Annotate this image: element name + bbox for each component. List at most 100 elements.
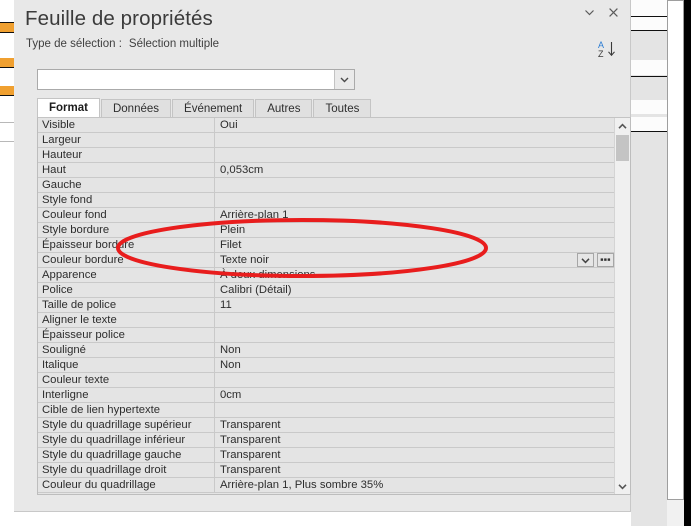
tab-donn-es[interactable]: Données (100, 99, 172, 118)
property-value[interactable]: 11 (215, 298, 616, 312)
property-name: Style fond (38, 193, 215, 207)
caret-down-icon[interactable] (615, 478, 630, 494)
property-value-text: 0cm (220, 389, 242, 401)
property-row[interactable]: Style du quadrillage inférieur Transparen… (38, 433, 616, 448)
property-name: Taille de police (38, 298, 215, 312)
pane-footer (14, 496, 630, 511)
property-value[interactable]: Transparent (215, 433, 616, 447)
property-name: Largeur (38, 133, 215, 147)
property-value-text: 11 (220, 299, 232, 311)
builder-ellipsis-icon[interactable]: ■■■ (597, 253, 614, 267)
property-row[interactable]: Police Calibri (Détail) (38, 283, 616, 298)
property-value[interactable]: Filet (215, 238, 616, 252)
property-value[interactable]: À deux dimensions (215, 268, 616, 282)
report-right-gutter (667, 0, 684, 500)
report-right-surface (631, 0, 667, 526)
property-row[interactable]: Taille de police 11 (38, 298, 616, 313)
property-row[interactable]: Style fond (38, 193, 616, 208)
property-value[interactable]: Texte noir ■■■ (215, 253, 616, 267)
object-selector-input[interactable] (38, 70, 334, 89)
property-row[interactable]: Aligner le texte (38, 313, 616, 328)
property-tabs: Format Données Événement Autres Toutes (37, 98, 372, 118)
property-row[interactable]: Style du quadrillage supérieur Transparen… (38, 418, 616, 433)
property-value[interactable] (215, 313, 616, 327)
grid-scrollbar[interactable] (614, 118, 630, 494)
property-value[interactable] (215, 148, 616, 162)
close-icon[interactable] (605, 4, 622, 21)
chevron-down-icon[interactable] (581, 4, 598, 21)
property-value-text: À deux dimensions (220, 269, 316, 281)
right-band-rule (631, 30, 667, 31)
sort-az-icon[interactable]: A Z (595, 38, 621, 60)
scrollbar-thumb[interactable] (616, 135, 629, 161)
property-name: Style du quadrillage inférieur (38, 433, 215, 447)
property-value[interactable] (215, 178, 616, 192)
property-name: Style du quadrillage supérieur (38, 418, 215, 432)
property-name: Style du quadrillage droit (38, 463, 215, 477)
property-row[interactable]: Épaisseur police (38, 328, 616, 343)
property-value-text: Filet (220, 239, 242, 251)
property-row[interactable]: Souligné Non (38, 343, 616, 358)
right-band-rule (631, 131, 667, 132)
property-name: Italique (38, 358, 215, 372)
property-row[interactable]: Visible Oui (38, 118, 616, 133)
property-value-text: Non (220, 359, 241, 371)
object-selector-combobox[interactable] (37, 69, 355, 90)
property-row[interactable]: Apparence À deux dimensions (38, 268, 616, 283)
property-sheet-pane: Feuille de propriétés Type de sélection … (14, 0, 631, 512)
property-value[interactable] (215, 328, 616, 342)
property-value[interactable]: Arrière-plan 1, Plus sombre 35% (215, 478, 616, 492)
property-row[interactable]: Hauteur (38, 148, 616, 163)
property-value[interactable]: Non (215, 358, 616, 372)
property-value-text: Texte noir (220, 254, 269, 266)
property-value[interactable]: Oui (215, 118, 616, 132)
property-value[interactable]: 0,053cm (215, 163, 616, 177)
property-row[interactable]: Couleur du quadrillage Arrière-plan 1, Pl… (38, 478, 616, 493)
tab-toutes[interactable]: Toutes (313, 99, 372, 118)
caret-up-icon[interactable] (615, 118, 630, 134)
property-value[interactable]: Transparent (215, 463, 616, 477)
property-value[interactable] (215, 193, 616, 207)
property-value-text: Arrière-plan 1 (220, 209, 289, 221)
property-value[interactable]: Plein (215, 223, 616, 237)
property-name: Couleur du quadrillage (38, 478, 215, 492)
window-controls (581, 4, 622, 21)
property-row[interactable]: Italique Non (38, 358, 616, 373)
property-value[interactable] (215, 403, 616, 417)
property-row[interactable]: Style du quadrillage droit Transparent (38, 463, 616, 478)
property-row[interactable]: Style bordure Plein (38, 223, 616, 238)
property-name: Aligner le texte (38, 313, 215, 327)
right-band-rule (631, 16, 667, 17)
property-row[interactable]: Style du quadrillage gauche Transparent (38, 448, 616, 463)
tab--v-nement[interactable]: Événement (172, 99, 255, 118)
chevron-down-icon[interactable] (334, 70, 354, 89)
property-row[interactable]: Couleur texte (38, 373, 616, 388)
property-row[interactable]: Interligne 0cm (38, 388, 616, 403)
chevron-down-icon[interactable] (577, 253, 594, 267)
property-name: Interligne (38, 388, 215, 402)
property-value-text: Transparent (220, 434, 281, 446)
page-title: Feuille de propriétés (25, 7, 213, 30)
property-row[interactable]: Couleur fond Arrière-plan 1 (38, 208, 616, 223)
property-row[interactable]: Haut 0,053cm (38, 163, 616, 178)
property-value[interactable] (215, 373, 616, 387)
property-value[interactable]: Calibri (Détail) (215, 283, 616, 297)
tab-autres[interactable]: Autres (255, 99, 313, 118)
selection-type-value: Sélection multiple (128, 38, 220, 50)
property-value[interactable]: 0cm (215, 388, 616, 402)
tab-format[interactable]: Format (37, 98, 100, 118)
property-row[interactable]: Cible de lien hypertexte (38, 403, 616, 418)
property-row[interactable]: Largeur (38, 133, 616, 148)
property-row[interactable]: Épaisseur bordure Filet (38, 238, 616, 253)
property-row[interactable]: Gauche (38, 178, 616, 193)
property-value[interactable]: Transparent (215, 418, 616, 432)
property-name: Couleur fond (38, 208, 215, 222)
property-value-text: Transparent (220, 419, 281, 431)
property-value[interactable]: Non (215, 343, 616, 357)
property-value[interactable]: Transparent (215, 448, 616, 462)
property-name: Épaisseur police (38, 328, 215, 342)
property-value[interactable] (215, 133, 616, 147)
right-band-white (631, 100, 667, 114)
property-value[interactable]: Arrière-plan 1 (215, 208, 616, 222)
property-row-selected[interactable]: Couleur bordure Texte noir ■■■ (38, 253, 616, 268)
